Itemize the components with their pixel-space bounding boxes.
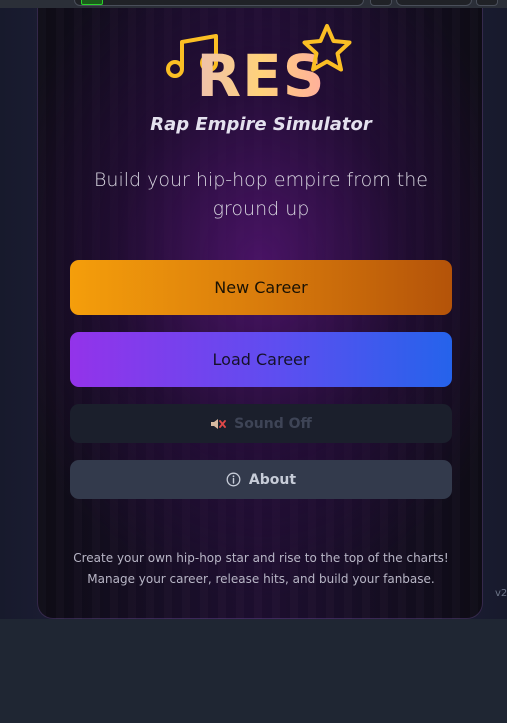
browser-toolbar-edge — [0, 0, 507, 8]
load-career-label: Load Career — [212, 350, 310, 369]
about-label: About — [248, 471, 297, 488]
speaker-muted-icon — [211, 418, 227, 429]
footer-line-1: Create your own hip-hop star and rise to… — [73, 551, 449, 565]
toolbar-button[interactable] — [476, 0, 498, 6]
sound-toggle-label: Sound Off — [234, 415, 312, 432]
version-label: v2 — [495, 588, 507, 599]
app-viewport: RES Rap Empire Simulator Build your hip-… — [0, 0, 507, 619]
new-career-button[interactable]: New Career — [70, 260, 452, 315]
footer-description: Create your own hip-hop star and rise to… — [58, 548, 464, 590]
tagline: Build your hip-hop empire from the groun… — [93, 169, 428, 220]
address-bar[interactable] — [74, 0, 364, 6]
new-career-label: New Career — [214, 278, 308, 297]
logo-text: RES — [38, 36, 482, 116]
toolbar-field[interactable] — [396, 0, 472, 6]
sound-toggle-button[interactable]: Sound Off — [70, 404, 452, 443]
toolbar-button[interactable] — [370, 0, 392, 6]
address-badge — [81, 0, 103, 5]
star-icon — [302, 24, 352, 72]
load-career-button[interactable]: Load Career — [70, 332, 452, 387]
footer-line-2: Manage your career, release hits, and bu… — [87, 572, 435, 586]
info-icon — [226, 472, 241, 487]
main-menu-card: RES Rap Empire Simulator Build your hip-… — [37, 8, 483, 619]
about-button[interactable]: About — [70, 460, 452, 499]
logo: RES — [38, 22, 482, 118]
app-subtitle: Rap Empire Simulator — [150, 114, 372, 135]
